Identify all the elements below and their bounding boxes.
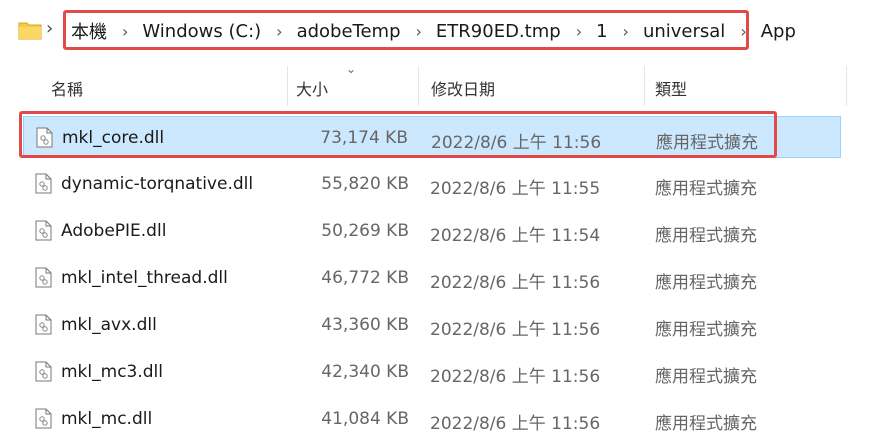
column-modified[interactable]: 修改日期 [431,76,495,100]
file-name: AdobePIE.dll [61,221,167,241]
file-type: 應用程式擴充 [655,414,757,434]
file-modified: 2022/8/6 上午 11:56 [431,133,602,153]
column-size[interactable]: 大小 [296,76,328,100]
table-row[interactable]: dynamic-torqnative.dll 55,820 KB 2022/8/6 … [23,163,841,205]
breadcrumb-item[interactable]: App [761,21,796,42]
sort-chevron-down-icon: ⌄ [346,62,357,76]
column-type[interactable]: 類型 [655,76,687,100]
chevron-right-icon[interactable]: › [623,22,629,41]
table-row[interactable]: AdobePIE.dll 50,269 KB 2022/8/6 上午 11:54 應用… [23,210,841,252]
file-modified: 2022/8/6 上午 11:56 [430,273,601,293]
file-size: 43,360 KB [321,315,409,335]
file-type: 應用程式擴充 [656,133,758,153]
table-row[interactable]: mkl_avx.dll 43,360 KB 2022/8/6 上午 11:56 應用程… [23,304,841,346]
file-size: 73,174 KB [320,128,408,148]
chevron-right-icon[interactable]: › [576,22,582,41]
file-size: 55,820 KB [321,174,409,194]
file-modified: 2022/8/6 上午 11:55 [430,179,601,199]
dll-file-icon [35,267,52,288]
dll-file-icon [36,127,53,148]
chevron-right-icon[interactable]: › [740,22,746,41]
chevron-right-icon[interactable]: › [122,22,128,41]
file-name: mkl_avx.dll [61,315,157,335]
dll-file-icon [35,361,52,382]
table-row[interactable]: mkl_mc.dll 41,084 KB 2022/8/6 上午 11:56 應用程式… [23,398,841,440]
file-type: 應用程式擴充 [655,273,757,293]
column-divider[interactable] [644,66,645,106]
table-row[interactable]: mkl_mc3.dll 42,340 KB 2022/8/6 上午 11:56 應用程… [23,351,841,393]
column-header: 名稱 ⌄ 大小 修改日期 類型 [0,62,870,112]
file-modified: 2022/8/6 上午 11:54 [430,226,601,246]
file-name: mkl_core.dll [62,128,165,148]
breadcrumb-item[interactable]: Windows (C:) [142,21,261,42]
file-modified: 2022/8/6 上午 11:56 [430,367,601,387]
chevron-right-icon[interactable]: › [276,22,282,41]
file-name: dynamic-torqnative.dll [61,174,254,194]
file-name: mkl_mc.dll [61,409,153,429]
breadcrumb-item[interactable]: ETR90ED.tmp [436,21,561,42]
file-size: 46,772 KB [321,268,409,288]
address-bar: › 本機 › Windows (C:) › adobeTemp › ETR90ED.tmp ›… [0,0,870,60]
file-type: 應用程式擴充 [655,320,757,340]
breadcrumb-item[interactable]: adobeTemp [297,21,401,42]
breadcrumb: 本機 › Windows (C:) › adobeTemp › ETR90ED.tmp › 1 ›… [71,18,796,44]
file-type: 應用程式擴充 [655,179,757,199]
file-size: 41,084 KB [321,409,409,429]
file-name: mkl_mc3.dll [61,362,163,382]
breadcrumb-item[interactable]: universal [643,21,725,42]
folder-icon [18,22,42,40]
dll-file-icon [35,173,52,194]
column-divider[interactable] [418,66,419,106]
file-size: 50,269 KB [321,221,409,241]
table-row[interactable]: mkl_intel_thread.dll 46,772 KB 2022/8/6 上午… [23,257,841,299]
file-type: 應用程式擴充 [655,226,757,246]
column-name[interactable]: 名稱 [51,76,83,100]
chevron-right-icon[interactable]: › [416,22,422,41]
file-modified: 2022/8/6 上午 11:56 [430,414,601,434]
column-divider[interactable] [287,66,288,106]
dll-file-icon [35,314,52,335]
table-row[interactable]: mkl_core.dll 73,174 KB 2022/8/6 上午 11:56 應用… [23,116,841,158]
file-type: 應用程式擴充 [655,367,757,387]
chevron-right-icon[interactable]: › [46,18,53,39]
column-divider[interactable] [846,66,847,106]
dll-file-icon [35,220,52,241]
file-name: mkl_intel_thread.dll [61,268,228,288]
file-modified: 2022/8/6 上午 11:56 [430,320,601,340]
breadcrumb-item[interactable]: 1 [596,21,607,42]
breadcrumb-item[interactable]: 本機 [71,18,107,44]
dll-file-icon [35,408,52,429]
file-size: 42,340 KB [321,362,409,382]
